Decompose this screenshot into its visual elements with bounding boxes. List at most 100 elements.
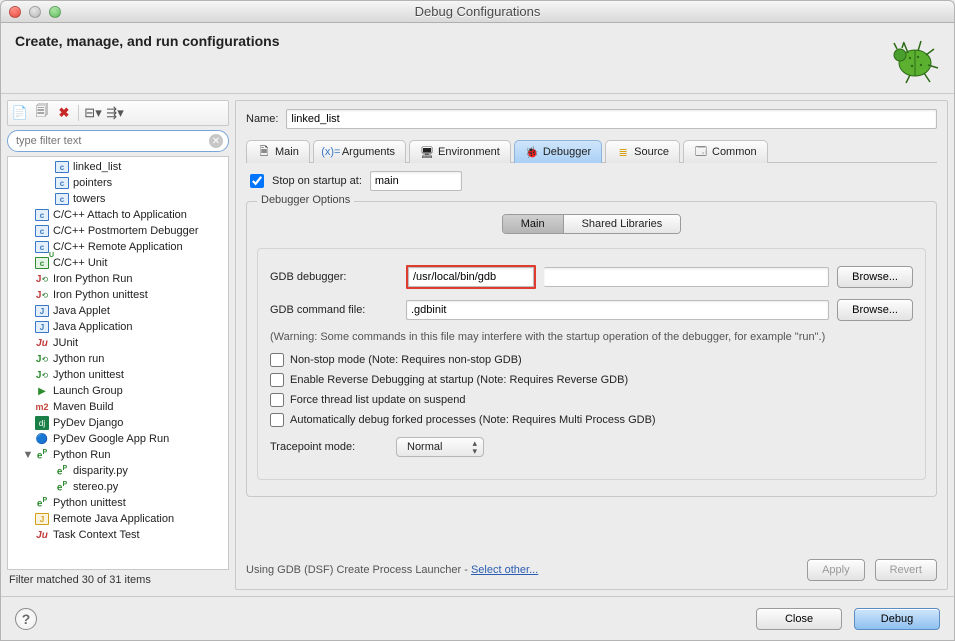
tree-item-label: PyDev Google App Run <box>52 433 169 445</box>
subtab-shared-libraries[interactable]: Shared Libraries <box>564 215 681 233</box>
tree-item[interactable]: clinked_list <box>8 159 228 175</box>
delete-config-icon[interactable]: ✖ <box>56 105 72 121</box>
debugger-main-panel: GDB debugger: Browse... GDB command file… <box>257 248 926 480</box>
tree-item[interactable]: ctowers <box>8 191 228 207</box>
tracepoint-label: Tracepoint mode: <box>270 441 388 453</box>
tree-item[interactable]: cUC/C++ Unit <box>8 255 228 271</box>
gdb-debugger-input-ext[interactable] <box>544 267 829 287</box>
tree-item-label: towers <box>72 193 105 205</box>
common-tab-icon: 🗔 <box>694 145 708 159</box>
clear-filter-icon[interactable]: ✕ <box>209 134 223 148</box>
tab-main[interactable]: 🗎Main <box>246 140 310 163</box>
tree-item-label: Jython unittest <box>52 369 124 381</box>
tree-item-label: Python unittest <box>52 497 126 509</box>
tree-item-icon: eP <box>54 480 70 494</box>
filter-input[interactable] <box>7 130 229 152</box>
tree-item-icon: c <box>54 176 70 190</box>
filter-menu-icon[interactable]: ⇶▾ <box>107 105 123 121</box>
gdb-debugger-input[interactable] <box>408 267 534 287</box>
dialog-header: Create, manage, and run configurations <box>1 23 954 93</box>
nonstop-checkbox[interactable] <box>270 353 284 367</box>
force-label: Force thread list update on suspend <box>290 394 466 406</box>
tab-environment[interactable]: 🖥Environment <box>409 140 511 163</box>
auto-row: Automatically debug forked processes (No… <box>270 413 913 427</box>
titlebar: Debug Configurations <box>1 1 954 23</box>
collapse-all-icon[interactable]: ⊟▾ <box>85 105 101 121</box>
reverse-label: Enable Reverse Debugging at startup (Not… <box>290 374 628 386</box>
tab-debugger[interactable]: 🐞Debugger <box>514 140 602 163</box>
tree-item-label: C/C++ Attach to Application <box>52 209 187 221</box>
revert-button[interactable]: Revert <box>875 559 937 581</box>
tree-item[interactable]: ePdisparity.py <box>8 463 228 479</box>
tree-item[interactable]: J⟲Jython run <box>8 351 228 367</box>
tree-item[interactable]: JuTask Context Test <box>8 527 228 543</box>
gdb-cmd-row: GDB command file: Browse... <box>270 299 913 321</box>
force-row: Force thread list update on suspend <box>270 393 913 407</box>
tree-item-icon: eP <box>54 464 70 478</box>
name-label: Name: <box>246 113 278 125</box>
gdb-cmd-label: GDB command file: <box>270 304 398 316</box>
tree-item[interactable]: J⟲Jython unittest <box>8 367 228 383</box>
auto-checkbox[interactable] <box>270 413 284 427</box>
reverse-checkbox[interactable] <box>270 373 284 387</box>
tree-item-label: PyDev Django <box>52 417 123 429</box>
tree-item[interactable]: cC/C++ Postmortem Debugger <box>8 223 228 239</box>
force-checkbox[interactable] <box>270 393 284 407</box>
tree-item[interactable]: ▶Launch Group <box>8 383 228 399</box>
tracepoint-select[interactable]: Normal ▴▾ <box>396 437 484 457</box>
tree-item[interactable]: ▼ePPython Run <box>8 447 228 463</box>
tree-item[interactable]: 🔵PyDev Google App Run <box>8 431 228 447</box>
tree-item-icon: Ju <box>34 528 50 542</box>
tab-source[interactable]: ≣Source <box>605 140 680 163</box>
close-button[interactable]: Close <box>756 608 842 630</box>
tree-item[interactable]: J⟲Iron Python Run <box>8 271 228 287</box>
config-tabs: 🗎Main (x)=Arguments 🖥Environment 🐞Debugg… <box>246 137 937 163</box>
debug-button[interactable]: Debug <box>854 608 940 630</box>
bug-icon <box>880 33 940 85</box>
tree-item-label: C/C++ Remote Application <box>52 241 183 253</box>
tab-arguments[interactable]: (x)=Arguments <box>313 140 406 163</box>
stop-on-startup-input[interactable] <box>370 171 462 191</box>
startup-row: Stop on startup at: <box>250 171 937 191</box>
tree-item[interactable]: JuJUnit <box>8 335 228 351</box>
tree-item[interactable]: ePstereo.py <box>8 479 228 495</box>
tree-item-icon: eP <box>34 448 50 462</box>
tree-item[interactable]: cpointers <box>8 175 228 191</box>
tree-item[interactable]: djPyDev Django <box>8 415 228 431</box>
filter-status: Filter matched 30 of 31 items <box>7 570 229 590</box>
filter-wrap: ✕ <box>7 130 229 152</box>
subtab-main[interactable]: Main <box>503 215 564 233</box>
tree-item[interactable]: JJava Application <box>8 319 228 335</box>
tree-item-icon: c <box>54 160 70 174</box>
gdb-debugger-row: GDB debugger: Browse... <box>270 265 913 289</box>
expand-arrow-icon[interactable]: ▼ <box>22 449 34 461</box>
tab-common[interactable]: 🗔Common <box>683 140 768 163</box>
apply-button[interactable]: Apply <box>807 559 865 581</box>
window-footer: ? Close Debug <box>1 596 954 640</box>
debugger-options-title: Debugger Options <box>257 194 354 206</box>
gdb-cmd-input[interactable] <box>406 300 829 320</box>
tree-item[interactable]: J⟲Iron Python unittest <box>8 287 228 303</box>
tree-item-icon: m2 <box>34 400 50 414</box>
panel-footer: Using GDB (DSF) Create Process Launcher … <box>246 549 937 581</box>
tree-item-icon: c <box>54 192 70 206</box>
help-icon[interactable]: ? <box>15 608 37 630</box>
new-config-icon[interactable]: 📄 <box>12 105 28 121</box>
tree-item[interactable]: JRemote Java Application <box>8 511 228 527</box>
gdb-debugger-browse-button[interactable]: Browse... <box>837 266 913 288</box>
gdb-cmd-browse-button[interactable]: Browse... <box>837 299 913 321</box>
tree-item[interactable]: cC/C++ Remote Application <box>8 239 228 255</box>
config-name-input[interactable] <box>286 109 937 129</box>
config-tree[interactable]: clinked_listcpointersctowerscC/C++ Attac… <box>7 156 229 570</box>
tracepoint-row: Tracepoint mode: Normal ▴▾ <box>270 437 913 457</box>
tree-item-icon: cU <box>34 256 50 270</box>
tree-item-icon: c <box>34 208 50 222</box>
stop-on-startup-checkbox[interactable] <box>250 174 264 188</box>
select-other-link[interactable]: Select other... <box>471 564 538 576</box>
tree-item[interactable]: cC/C++ Attach to Application <box>8 207 228 223</box>
tree-item-icon: J⟲ <box>34 352 50 366</box>
duplicate-config-icon[interactable]: 🗐 <box>34 105 50 121</box>
tree-item[interactable]: ePPython unittest <box>8 495 228 511</box>
tree-item[interactable]: JJava Applet <box>8 303 228 319</box>
tree-item[interactable]: m2Maven Build <box>8 399 228 415</box>
